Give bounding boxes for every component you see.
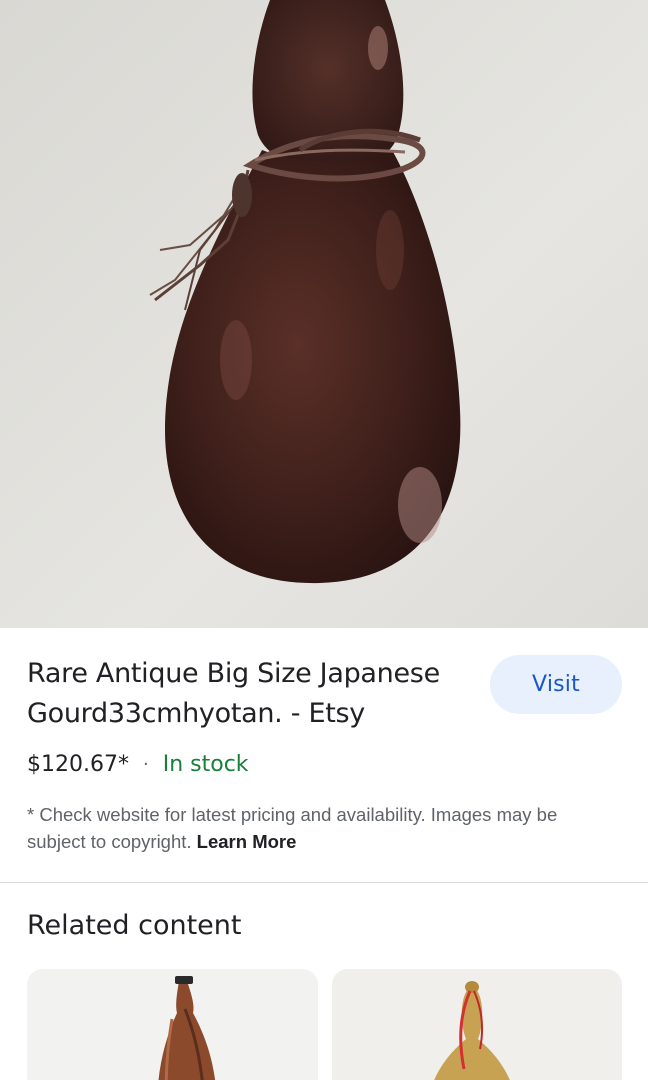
product-image[interactable]: [0, 0, 648, 628]
product-page: Rare Antique Big Size Japanese Gourd33cm…: [0, 0, 648, 1080]
related-content-heading: Related content: [27, 910, 242, 941]
section-divider: [0, 882, 648, 883]
stock-status: In stock: [162, 751, 249, 777]
visit-button[interactable]: Visit: [490, 655, 622, 714]
learn-more-link[interactable]: Learn More: [197, 831, 297, 852]
separator-dot: ·: [142, 753, 149, 775]
gourd-image: [27, 969, 318, 1080]
product-title[interactable]: Rare Antique Big Size Japanese Gourd33cm…: [27, 654, 477, 734]
pricing-disclaimer: * Check website for latest pricing and a…: [27, 801, 617, 855]
related-card[interactable]: [27, 969, 318, 1080]
related-card[interactable]: [332, 969, 622, 1080]
gourd-image: [332, 969, 622, 1080]
product-price: $120.67*: [27, 751, 129, 777]
price-row: $120.67* · In stock: [27, 748, 249, 780]
